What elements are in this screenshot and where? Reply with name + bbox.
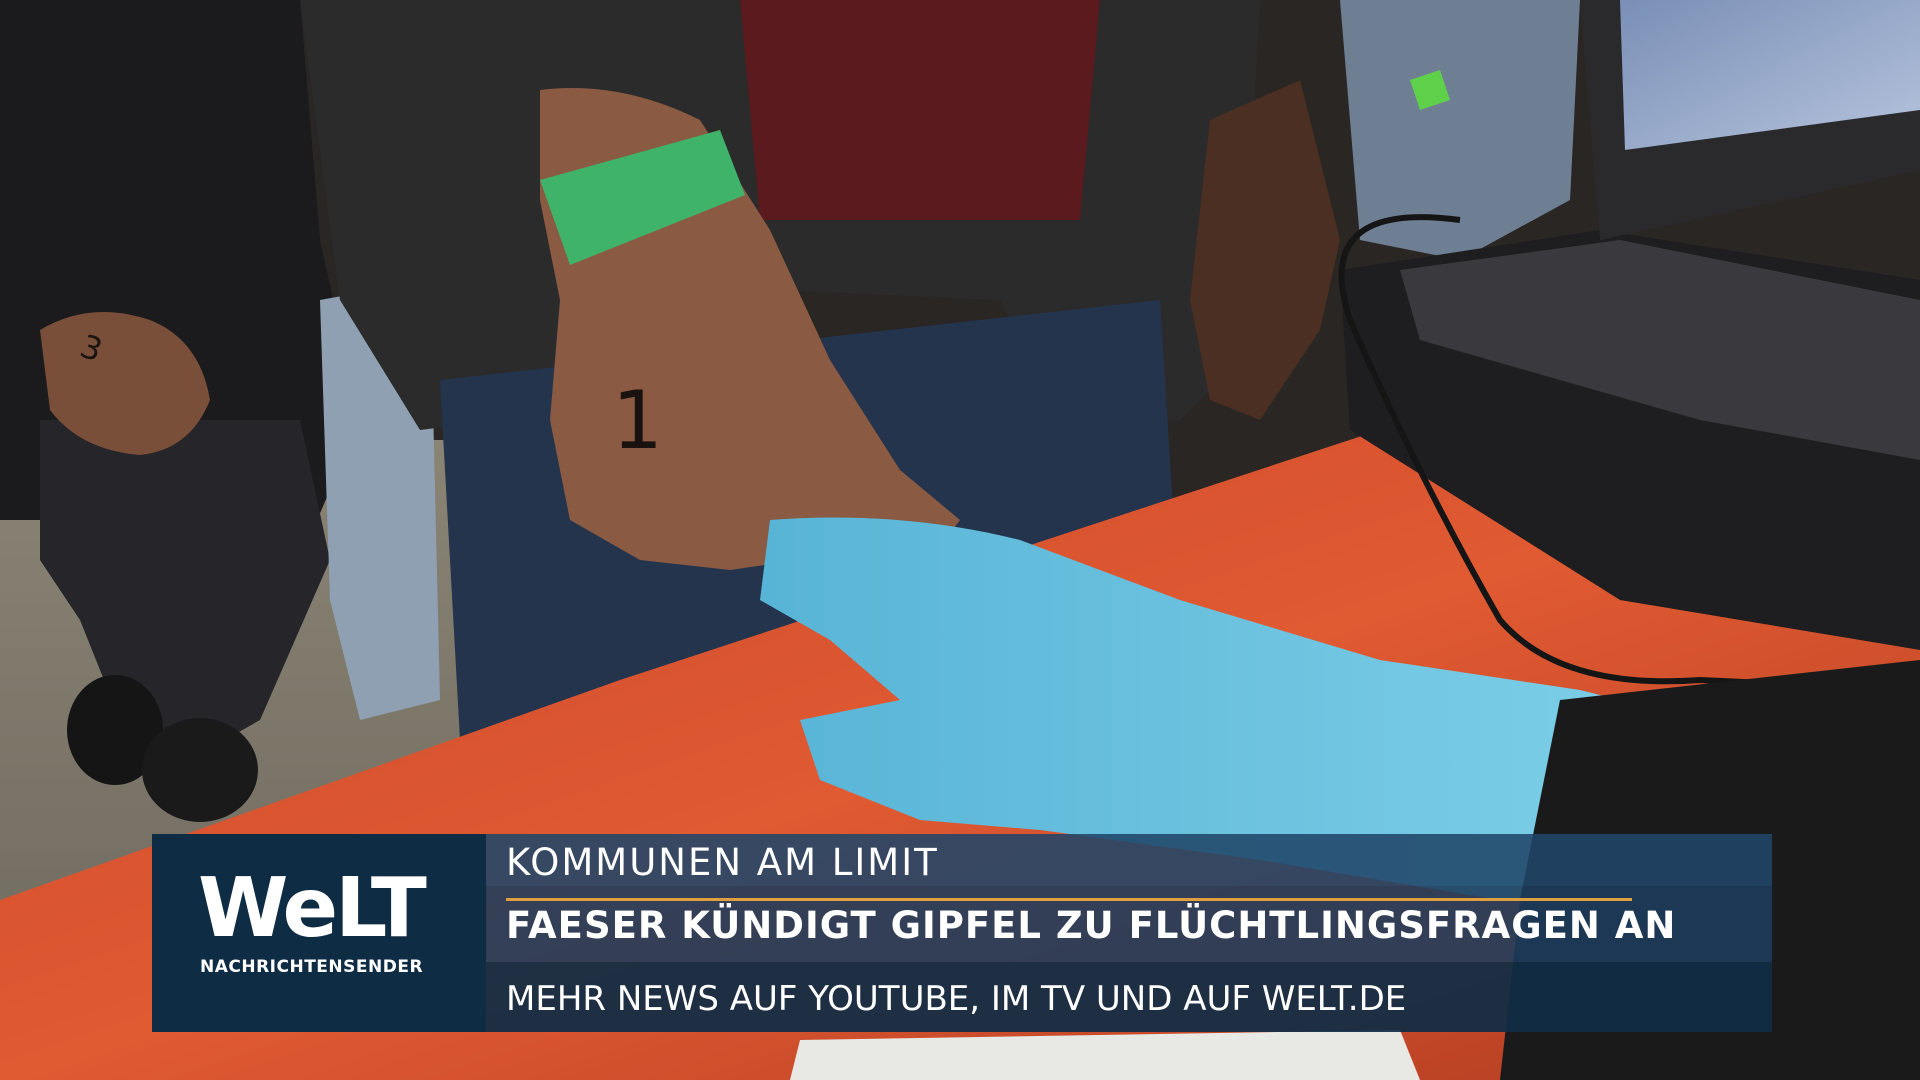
accent-divider	[506, 898, 1632, 901]
news-lower-third: WeLT NACHRICHTENSENDER KOMMUNEN AM LIMIT…	[152, 834, 1772, 1032]
kicker-row: KOMMUNEN AM LIMIT	[486, 834, 1772, 886]
welt-wordmark: WeLT	[198, 861, 427, 956]
welt-logo: WeLT NACHRICHTENSENDER	[152, 834, 486, 1032]
right-shoe	[142, 718, 258, 822]
hand-number-marking: 1	[612, 374, 663, 467]
logo-subtitle: NACHRICHTENSENDER	[200, 957, 424, 977]
headline-text: FAESER KÜNDIGT GIPFEL ZU FLÜCHTLINGSFRAG…	[506, 904, 1677, 947]
footer-row: MEHR NEWS AUF YOUTUBE, IM TV UND AUF WEL…	[486, 962, 1772, 1032]
lower-third-text-panel: KOMMUNEN AM LIMIT FAESER KÜNDIGT GIPFEL …	[486, 834, 1772, 1032]
footer-text: MEHR NEWS AUF YOUTUBE, IM TV UND AUF WEL…	[506, 979, 1407, 1019]
standing-person-shirt	[740, 0, 1100, 220]
video-frame: 3 1 WeLT NACHRICHTENSENDER KOMMUNEN AM L…	[0, 0, 1920, 1080]
kicker-text: KOMMUNEN AM LIMIT	[506, 841, 939, 884]
